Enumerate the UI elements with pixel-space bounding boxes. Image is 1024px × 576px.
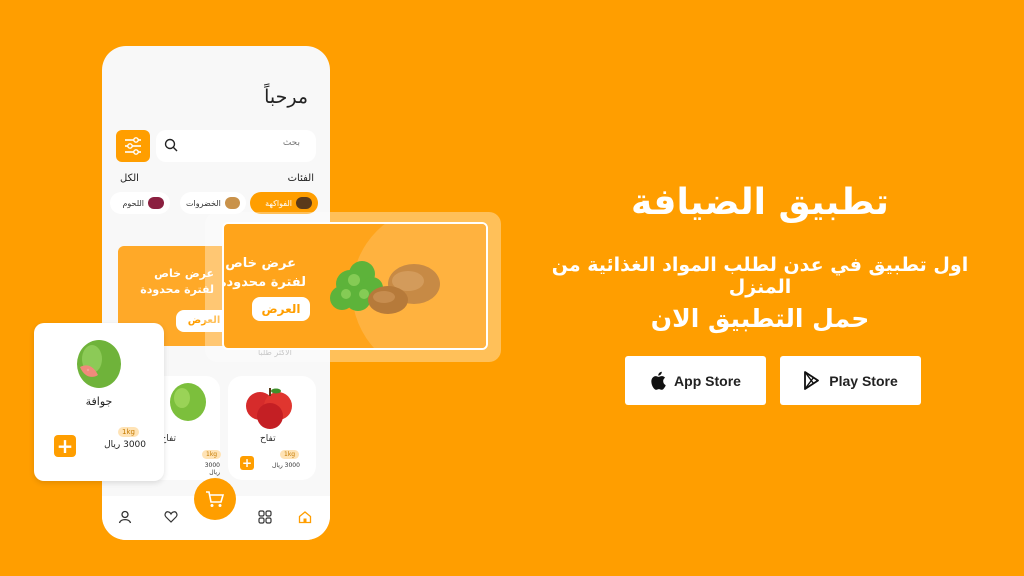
category-label: اللحوم	[122, 198, 144, 208]
search-box[interactable]	[156, 130, 316, 162]
hero-subtitle: اول تطبيق في عدن لطلب المواد الغذائية من…	[551, 254, 969, 298]
hero-title: تطبيق الضيافة	[631, 182, 889, 223]
meat-icon	[148, 197, 164, 209]
fruits-icon	[296, 197, 312, 209]
category-chip-vegetables[interactable]: الخضروات	[180, 192, 246, 214]
search-input[interactable]	[190, 138, 300, 148]
apple-logo-icon	[651, 371, 666, 390]
grid-icon[interactable]	[258, 510, 272, 524]
cart-button[interactable]	[194, 478, 236, 520]
product-name: تفاح	[260, 434, 276, 444]
categories-title: الفئات	[287, 173, 314, 184]
unit-badge: 1kg	[202, 450, 222, 459]
greeting-title: مرحباً	[264, 86, 308, 108]
product-card[interactable]: تفاح 1kg 3000 ريال +	[228, 376, 316, 480]
category-chip-fruits[interactable]: الفواكهة	[250, 192, 318, 214]
vegetables-icon	[224, 197, 240, 209]
promo-line2: لفترة محدودة	[140, 283, 214, 296]
promo-line1: عرض خاص	[225, 256, 296, 271]
product-price: 3000 ريال	[272, 462, 300, 469]
profile-icon[interactable]	[118, 510, 132, 524]
promo-button[interactable]: العرض	[252, 297, 310, 321]
download-cta: حمل التطبيق الان	[650, 304, 870, 333]
categories-all-link[interactable]: الكل	[120, 173, 139, 184]
apple-image	[246, 388, 292, 429]
add-to-cart-button[interactable]: +	[54, 435, 76, 457]
unit-badge: 1kg	[280, 450, 300, 459]
app-store-button[interactable]: App Store	[625, 356, 766, 405]
guava-image	[170, 383, 206, 421]
add-to-cart-button[interactable]: +	[240, 456, 254, 470]
floating-product-card[interactable]: جوافة 1kg 3000 ريال +	[34, 323, 164, 481]
google-play-icon	[804, 371, 820, 390]
search-icon	[164, 138, 178, 152]
cart-icon	[206, 491, 225, 507]
app-store-label: App Store	[674, 372, 741, 389]
heart-icon[interactable]	[164, 510, 178, 524]
guava-image	[77, 340, 121, 388]
category-chip-meat[interactable]: اللحوم	[110, 192, 170, 214]
product-name: جوافة	[85, 395, 113, 408]
vegetables-image	[330, 261, 440, 314]
home-icon[interactable]	[298, 510, 312, 524]
product-price: 3000 ريال	[204, 462, 220, 476]
floating-promo-banner[interactable]: عرض خاص لفترة محدودة العرض	[222, 222, 488, 350]
category-label: الفواكهة	[265, 198, 292, 208]
play-store-label: Play Store	[829, 372, 898, 389]
category-label: الخضروات	[186, 198, 221, 208]
sliders-icon	[125, 137, 141, 155]
play-store-button[interactable]: Play Store	[780, 356, 921, 405]
filter-button[interactable]	[116, 130, 150, 162]
product-price: 3000 ريال	[104, 440, 146, 450]
unit-badge: 1kg	[118, 427, 139, 437]
promo-line2: لفترة محدودة	[222, 275, 306, 290]
